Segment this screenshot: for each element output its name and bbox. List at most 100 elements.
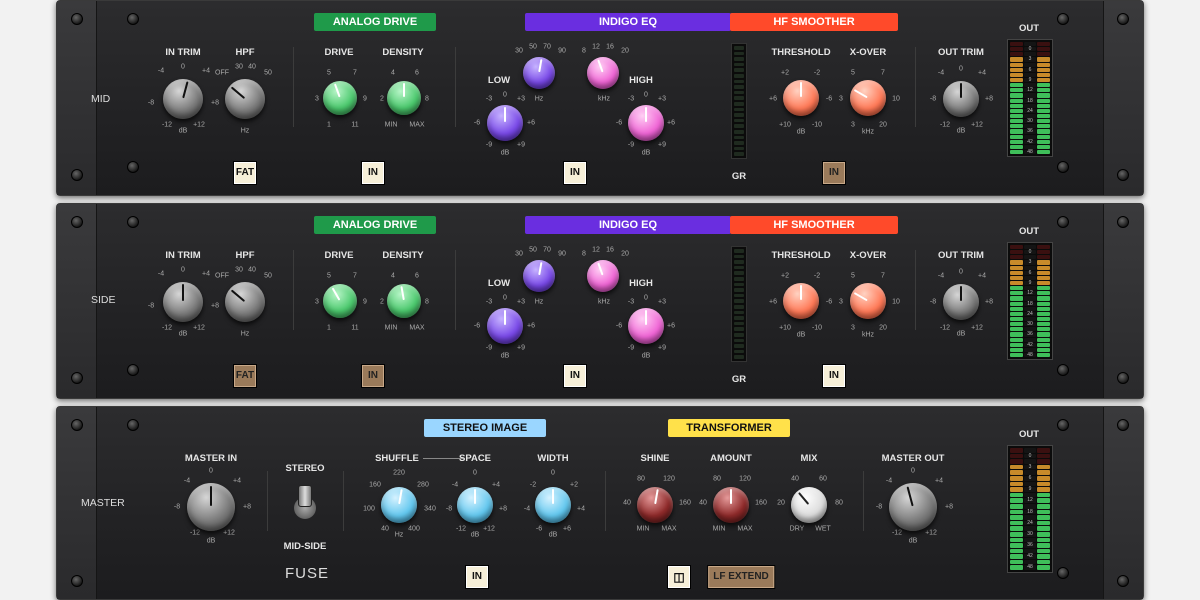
hpf-knob[interactable] (225, 282, 265, 322)
meter-led (1010, 77, 1023, 83)
indigo-eq-in-button[interactable]: IN (564, 365, 586, 387)
meter-led (1037, 124, 1051, 129)
stereo-mid-side-toggle[interactable] (298, 485, 312, 507)
scale-tick: 8 (425, 298, 429, 306)
meter-led (1037, 286, 1051, 291)
mix-knob[interactable] (791, 487, 827, 523)
rack-screw (1117, 216, 1129, 228)
master-in-knob[interactable] (187, 483, 235, 531)
low-gain-knob[interactable] (487, 308, 523, 344)
in-trim-knob[interactable] (163, 79, 203, 119)
scale-tick: -2 (529, 481, 537, 489)
analog-drive-in-button[interactable]: IN (362, 162, 384, 184)
scale-tick: +8 (243, 503, 251, 511)
scale-tick: 8 (582, 250, 586, 258)
scale-tick: -4 (451, 481, 459, 489)
in-trim-knob[interactable] (163, 282, 203, 322)
threshold-knob[interactable] (783, 80, 819, 116)
high-freq-knob[interactable] (587, 57, 619, 89)
meter-led (1010, 250, 1023, 255)
hf-smoother-in-button[interactable]: IN (823, 365, 845, 387)
gain-reduction-meter (731, 43, 747, 159)
rack-screw (1117, 13, 1129, 25)
meter-scale-column: 0 3 6 9 12 18 24 30 36 42 48 (1023, 448, 1037, 571)
meter-led: 48 (1023, 149, 1037, 155)
meter-led (1010, 492, 1023, 498)
xover-knob[interactable] (850, 80, 886, 116)
scale-tick: +9 (658, 141, 666, 149)
shuffle-knob[interactable] (381, 487, 417, 523)
scale-tick: 5 (851, 272, 855, 280)
scale-tick: +6 (769, 298, 777, 306)
scale-tick: 5 (851, 69, 855, 77)
scale-tick: +12 (925, 529, 937, 537)
scale-tick: kHz (861, 331, 875, 339)
scale-tick: +2 (781, 69, 789, 77)
meter-led (1037, 139, 1051, 144)
rack-screw (71, 216, 83, 228)
rack-screw (127, 216, 139, 228)
scale-tick: +4 (202, 270, 210, 278)
density-knob[interactable] (387, 284, 421, 318)
transformer-bypass-icon[interactable]: ◫ (668, 566, 690, 588)
master-out-knob[interactable] (889, 483, 937, 531)
out-trim-knob[interactable] (943, 81, 979, 117)
fat-button[interactable]: FAT (234, 162, 256, 184)
meter-led (1010, 103, 1023, 108)
scale-tick: +12 (193, 324, 205, 332)
analog-drive-in-button[interactable]: IN (362, 365, 384, 387)
threshold-knob[interactable] (783, 283, 819, 319)
space-label: SPACE (458, 453, 492, 464)
scale-tick: +3 (517, 95, 525, 103)
amount-knob[interactable] (713, 487, 749, 523)
high-gain-knob[interactable] (628, 105, 664, 141)
scale-tick: +6 (769, 95, 777, 103)
scale-tick: dB (500, 149, 510, 157)
meter-led (1010, 245, 1023, 250)
scale-tick: 7 (881, 272, 885, 280)
scale-tick: dB (641, 149, 651, 157)
fat-button[interactable]: FAT (234, 365, 256, 387)
scale-tick: dB (908, 537, 918, 545)
scale-tick: 16 (606, 246, 614, 254)
meter-led (1010, 327, 1023, 332)
rack-screw (71, 13, 83, 25)
rack-screw (1057, 364, 1069, 376)
scale-tick: 5 (327, 69, 331, 77)
low-freq-knob[interactable] (523, 57, 555, 89)
drive-knob[interactable] (323, 284, 357, 318)
meter-led: 36 (1023, 332, 1037, 337)
meter-led (1010, 129, 1023, 134)
xover-knob[interactable] (850, 283, 886, 319)
hf-smoother-in-button[interactable]: IN (823, 162, 845, 184)
scale-tick: 8 (582, 47, 586, 55)
meter-led (1037, 301, 1051, 306)
space-knob[interactable] (457, 487, 493, 523)
scale-tick: 20 (621, 250, 629, 258)
density-knob[interactable] (387, 81, 421, 115)
width-knob[interactable] (535, 487, 571, 523)
meter-led (1010, 515, 1023, 520)
hpf-knob[interactable] (225, 79, 265, 119)
scale-tick: MAX (409, 324, 425, 332)
indigo-eq-in-button[interactable]: IN (564, 162, 586, 184)
meter-led (1010, 311, 1023, 316)
scale-tick: -8 (875, 503, 883, 511)
scale-tick: 5 (327, 272, 331, 280)
scale-tick: dB (956, 127, 966, 135)
low-gain-knob[interactable] (487, 105, 523, 141)
high-freq-knob[interactable] (587, 260, 619, 292)
scale-tick: 160 (755, 499, 767, 507)
scale-tick: 220 (393, 469, 405, 477)
scale-tick: 20 (621, 47, 629, 55)
scale-tick: 120 (663, 475, 675, 483)
shine-knob[interactable] (637, 487, 673, 523)
meter-led-column (1010, 448, 1023, 571)
low-freq-knob[interactable] (523, 260, 555, 292)
high-gain-knob[interactable] (628, 308, 664, 344)
divider (455, 47, 456, 127)
drive-knob[interactable] (323, 81, 357, 115)
stereo-image-in-button[interactable]: IN (466, 566, 488, 588)
out-trim-knob[interactable] (943, 284, 979, 320)
lf-extend-button[interactable]: LF EXTEND (708, 566, 774, 588)
